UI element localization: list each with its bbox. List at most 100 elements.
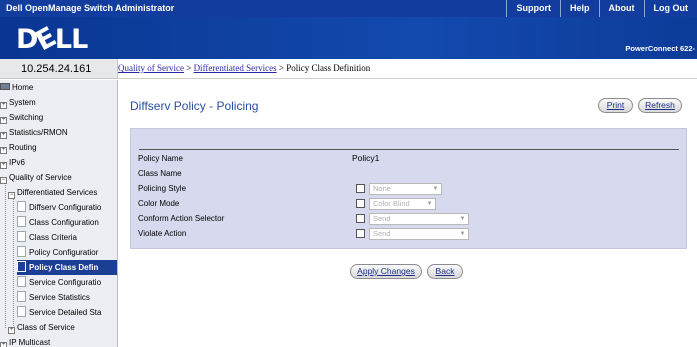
collapse-icon[interactable]: − bbox=[8, 192, 15, 199]
class-name-row: Class Name bbox=[138, 168, 680, 181]
select-value: Send bbox=[373, 214, 391, 223]
policy-name-label: Policy Name bbox=[138, 154, 183, 163]
top-bar: Dell OpenManage Switch Administrator Sup… bbox=[0, 0, 697, 17]
sidebar-item-service-config[interactable]: Service Configuratio bbox=[17, 275, 117, 290]
sidebar-item-ip-multicast[interactable]: + IP Multicast bbox=[0, 335, 117, 347]
chevron-down-icon: ▼ bbox=[432, 186, 439, 192]
sidebar-item-label: Policy Configuratior bbox=[29, 248, 99, 257]
sidebar-item-class-of-service[interactable]: + Class of Service bbox=[8, 320, 117, 335]
page-icon bbox=[17, 246, 26, 257]
expand-icon[interactable]: + bbox=[0, 132, 7, 139]
select-value: Color Blind bbox=[373, 199, 410, 208]
sidebar-item-diffserv-config[interactable]: Diffserv Configuratio bbox=[17, 200, 117, 215]
breadcrumb-separator: > bbox=[276, 63, 287, 73]
sidebar-item-policy-class-definition[interactable]: Policy Class Defin bbox=[17, 260, 117, 275]
chevron-down-icon: ▼ bbox=[426, 201, 433, 207]
sidebar-item-label: Policy Class Defin bbox=[29, 263, 99, 272]
expand-icon[interactable]: + bbox=[0, 102, 7, 109]
breadcrumb: Quality of Service > Differentiated Serv… bbox=[118, 59, 697, 79]
sidebar-item-switching[interactable]: + Switching bbox=[0, 110, 117, 125]
color-mode-label: Color Mode bbox=[138, 199, 180, 208]
apply-changes-button[interactable]: Apply Changes bbox=[350, 264, 422, 279]
sidebar-item-class-config[interactable]: Class Configuration bbox=[17, 215, 117, 230]
sidebar-item-label: System bbox=[9, 98, 36, 107]
refresh-button[interactable]: Refresh bbox=[638, 98, 682, 113]
page-icon bbox=[17, 291, 26, 302]
policing-style-checkbox[interactable] bbox=[356, 184, 365, 193]
expand-icon[interactable]: + bbox=[0, 162, 7, 169]
sidebar-item-label: IPv6 bbox=[9, 158, 26, 167]
policing-form-panel: Policy Name Policy1 Class Name Policing … bbox=[130, 128, 687, 249]
policing-style-row: Policing Style None ▼ bbox=[138, 183, 680, 196]
support-link[interactable]: Support bbox=[506, 0, 560, 17]
about-link[interactable]: About bbox=[598, 0, 644, 17]
ip-address-bar: 10.254.24.161 bbox=[0, 59, 118, 79]
sidebar-item-label: Routing bbox=[9, 143, 37, 152]
chevron-down-icon: ▼ bbox=[459, 216, 466, 222]
page-title: Diffserv Policy - Policing bbox=[130, 99, 259, 113]
header-banner: DELL PowerConnect 622‑ bbox=[0, 17, 697, 59]
select-value: Send bbox=[373, 229, 391, 238]
conform-action-select[interactable]: Send ▼ bbox=[369, 213, 469, 225]
sidebar-item-service-detailed-stats[interactable]: Service Detailed Sta bbox=[17, 305, 117, 320]
print-button[interactable]: Print bbox=[598, 98, 633, 113]
home-icon bbox=[0, 83, 10, 90]
conform-action-label: Conform Action Selector bbox=[138, 214, 225, 223]
sidebar-item-label: Service Configuratio bbox=[29, 278, 102, 287]
app-title: Dell OpenManage Switch Administrator bbox=[6, 3, 175, 13]
sidebar-item-label: Service Statistics bbox=[29, 293, 90, 302]
expand-icon[interactable]: + bbox=[0, 117, 7, 124]
select-value: None bbox=[373, 184, 391, 193]
help-link[interactable]: Help bbox=[559, 0, 599, 17]
page-icon bbox=[17, 276, 26, 287]
expand-icon[interactable]: + bbox=[0, 342, 7, 347]
breadcrumb-current: Policy Class Definition bbox=[286, 63, 371, 73]
conform-action-checkbox[interactable] bbox=[356, 214, 365, 223]
logout-link[interactable]: Log Out bbox=[643, 0, 697, 17]
sidebar-item-label: IP Multicast bbox=[9, 338, 51, 347]
page-icon bbox=[17, 231, 26, 242]
sidebar-item-routing[interactable]: + Routing bbox=[0, 140, 117, 155]
sidebar-item-diffserv[interactable]: − Differentiated Services bbox=[8, 185, 117, 200]
expand-icon[interactable]: + bbox=[0, 147, 7, 154]
sidebar-item-label: Quality of Service bbox=[9, 173, 72, 182]
color-mode-row: Color Mode Color Blind ▼ bbox=[138, 198, 680, 211]
tree-guide-line bbox=[5, 178, 6, 328]
sidebar-item-home[interactable]: Home bbox=[0, 80, 117, 95]
policy-name-value: Policy1 bbox=[352, 153, 380, 163]
violate-action-select[interactable]: Send ▼ bbox=[369, 228, 469, 240]
sidebar-item-service-statistics[interactable]: Service Statistics bbox=[17, 290, 117, 305]
sidebar-item-label: Service Detailed Sta bbox=[29, 308, 102, 317]
policing-style-label: Policing Style bbox=[138, 184, 187, 193]
sidebar-item-label: Class Configuration bbox=[29, 218, 99, 227]
policing-style-select[interactable]: None ▼ bbox=[369, 183, 442, 195]
back-button[interactable]: Back bbox=[427, 264, 463, 279]
violate-action-row: Violate Action Send ▼ bbox=[138, 228, 680, 241]
page-icon bbox=[17, 201, 26, 212]
class-name-label: Class Name bbox=[138, 169, 182, 178]
form-divider bbox=[139, 149, 679, 150]
color-mode-checkbox[interactable] bbox=[356, 199, 365, 208]
color-mode-select[interactable]: Color Blind ▼ bbox=[369, 198, 436, 210]
breadcrumb-separator: > bbox=[183, 63, 194, 73]
ip-address: 10.254.24.161 bbox=[21, 63, 92, 75]
dell-logo: DELL bbox=[16, 21, 88, 58]
tree-guide-line bbox=[13, 193, 14, 328]
policy-name-row: Policy Name Policy1 bbox=[138, 153, 680, 166]
sidebar-item-qos[interactable]: − Quality of Service bbox=[0, 170, 117, 185]
page-icon bbox=[17, 216, 26, 227]
sidebar-item-ipv6[interactable]: + IPv6 bbox=[0, 155, 117, 170]
breadcrumb-qos-link[interactable]: Quality of Service bbox=[118, 63, 184, 73]
violate-action-checkbox[interactable] bbox=[356, 229, 365, 238]
model-name: PowerConnect 622‑ bbox=[625, 44, 695, 53]
sidebar-item-policy-config[interactable]: Policy Configuratior bbox=[17, 245, 117, 260]
page-icon bbox=[17, 306, 26, 317]
sidebar-item-system[interactable]: + System bbox=[0, 95, 117, 110]
sidebar-tree: Home + System + Switching + Statistics/RMON… bbox=[0, 80, 118, 347]
collapse-icon[interactable]: − bbox=[0, 177, 7, 184]
breadcrumb-diffserv-link[interactable]: Differentiated Services bbox=[194, 63, 277, 73]
chevron-down-icon: ▼ bbox=[459, 231, 466, 237]
sidebar-item-statistics[interactable]: + Statistics/RMON bbox=[0, 125, 117, 140]
expand-icon[interactable]: + bbox=[8, 327, 15, 334]
sidebar-item-class-criteria[interactable]: Class Criteria bbox=[17, 230, 117, 245]
